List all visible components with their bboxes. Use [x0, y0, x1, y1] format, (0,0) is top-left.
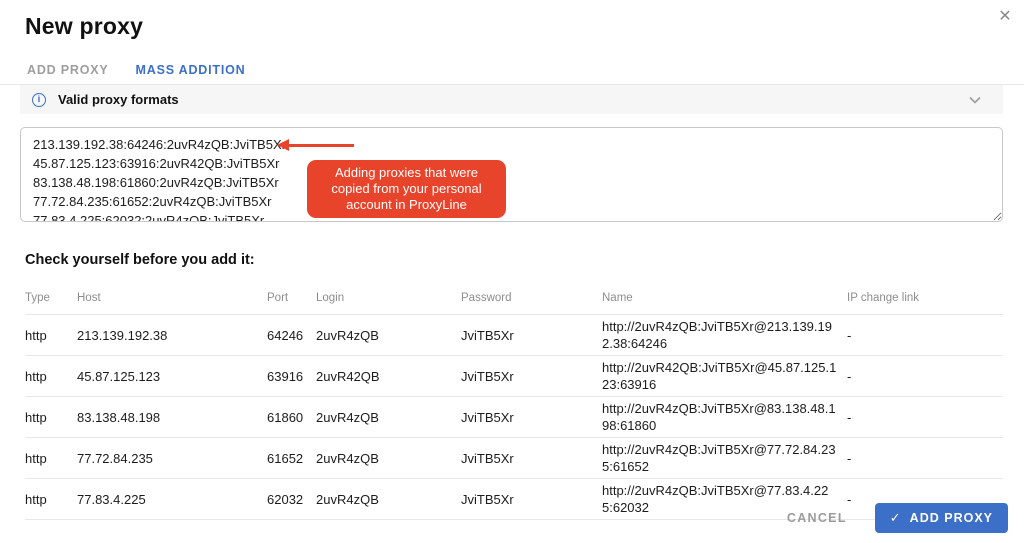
cell-host: 213.139.192.38 — [77, 315, 267, 356]
cell-login: 2uvR4zQB — [316, 438, 461, 479]
column-header-type: Type — [25, 284, 77, 315]
cell-host: 45.87.125.123 — [77, 356, 267, 397]
cell-port: 62032 — [267, 479, 316, 520]
cell-ip-change-link: - — [847, 315, 1003, 356]
cancel-button[interactable]: CANCEL — [787, 511, 847, 525]
proxy-list-input[interactable]: 213.139.192.38:64246:2uvR4zQB:JviTB5Xr 4… — [20, 127, 1003, 222]
cell-password: JviTB5Xr — [461, 479, 602, 520]
column-header-login: Login — [316, 284, 461, 315]
cell-name: http://2uvR4zQB:JviTB5Xr@213.139.192.38:… — [602, 315, 847, 356]
table-row: http 45.87.125.123 63916 2uvR42QB JviTB5… — [25, 356, 1003, 397]
cell-ip-change-link: - — [847, 397, 1003, 438]
column-header-password: Password — [461, 284, 602, 315]
table-row: http 83.138.48.198 61860 2uvR4zQB JviTB5… — [25, 397, 1003, 438]
cell-password: JviTB5Xr — [461, 356, 602, 397]
cell-host: 77.72.84.235 — [77, 438, 267, 479]
chevron-down-icon[interactable] — [969, 91, 981, 109]
annotation-arrow-head-icon — [277, 139, 289, 151]
valid-proxy-formats-accordion[interactable]: i Valid proxy formats — [20, 85, 1003, 114]
cell-host: 83.138.48.198 — [77, 397, 267, 438]
cell-type: http — [25, 479, 77, 520]
cell-port: 64246 — [267, 315, 316, 356]
table-row: http 213.139.192.38 64246 2uvR4zQB JviTB… — [25, 315, 1003, 356]
cell-password: JviTB5Xr — [461, 315, 602, 356]
cell-type: http — [25, 397, 77, 438]
add-proxy-button[interactable]: ✓ ADD PROXY — [875, 503, 1008, 533]
table-row: http 77.72.84.235 61652 2uvR4zQB JviTB5X… — [25, 438, 1003, 479]
cell-port: 61860 — [267, 397, 316, 438]
table-header-row: Type Host Port Login Password Name IP ch… — [25, 284, 1003, 315]
cell-password: JviTB5Xr — [461, 438, 602, 479]
cell-name: http://2uvR42QB:JviTB5Xr@45.87.125.123:6… — [602, 356, 847, 397]
check-yourself-heading: Check yourself before you add it: — [25, 252, 255, 268]
annotation-callout: Adding proxies that were copied from you… — [307, 160, 506, 218]
cell-host: 77.83.4.225 — [77, 479, 267, 520]
cell-ip-change-link: - — [847, 438, 1003, 479]
column-header-port: Port — [267, 284, 316, 315]
annotation-arrow — [288, 144, 354, 147]
cell-type: http — [25, 438, 77, 479]
cell-type: http — [25, 315, 77, 356]
add-proxy-button-label: ADD PROXY — [910, 511, 993, 525]
cell-login: 2uvR4zQB — [316, 397, 461, 438]
column-header-host: Host — [77, 284, 267, 315]
check-icon: ✓ — [890, 510, 902, 526]
cell-login: 2uvR4zQB — [316, 315, 461, 356]
close-icon[interactable]: ✕ — [994, 6, 1016, 28]
column-header-name: Name — [602, 284, 847, 315]
info-icon: i — [32, 93, 46, 107]
cell-port: 61652 — [267, 438, 316, 479]
page-title: New proxy — [25, 13, 143, 40]
cell-login: 2uvR4zQB — [316, 479, 461, 520]
cell-ip-change-link: - — [847, 356, 1003, 397]
cell-type: http — [25, 356, 77, 397]
accordion-label: Valid proxy formats — [58, 92, 179, 107]
proxy-preview-table: Type Host Port Login Password Name IP ch… — [25, 284, 1003, 520]
cell-port: 63916 — [267, 356, 316, 397]
dialog-footer: CANCEL ✓ ADD PROXY — [787, 503, 1008, 533]
cell-password: JviTB5Xr — [461, 397, 602, 438]
column-header-ip-change-link: IP change link — [847, 284, 1003, 315]
cell-name: http://2uvR4zQB:JviTB5Xr@77.72.84.235:61… — [602, 438, 847, 479]
new-proxy-dialog: ✕ New proxy ADD PROXY MASS ADDITION i Va… — [0, 0, 1024, 543]
cell-login: 2uvR42QB — [316, 356, 461, 397]
cell-name: http://2uvR4zQB:JviTB5Xr@83.138.48.198:6… — [602, 397, 847, 438]
